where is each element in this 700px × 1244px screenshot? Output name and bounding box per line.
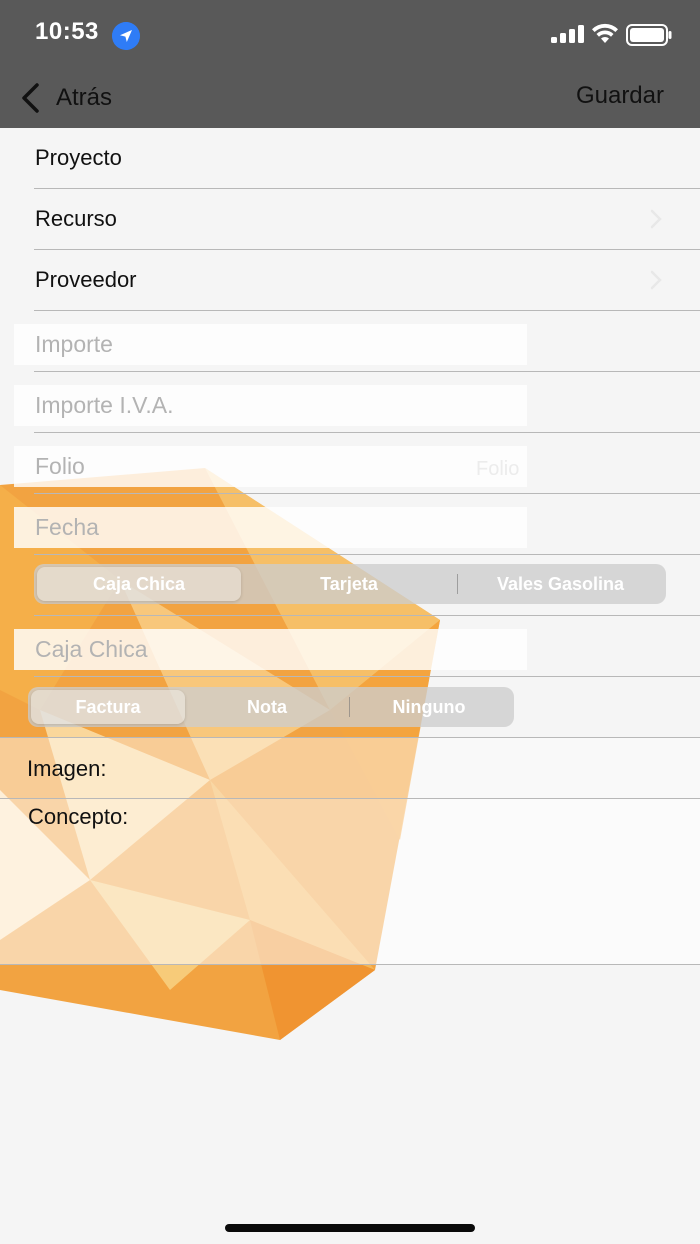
imagen-row[interactable]: Imagen: — [0, 738, 700, 799]
navigation-bar: 10:53 Atrás Guardar — [0, 0, 700, 128]
proveedor-row[interactable]: Proveedor — [0, 250, 700, 311]
fecha-input[interactable] — [14, 507, 527, 548]
imagen-label: Imagen: — [27, 756, 107, 781]
chevron-left-icon — [22, 83, 39, 113]
status-time: 10:53 — [35, 18, 99, 45]
recurso-row[interactable]: Recurso — [0, 189, 700, 250]
recurso-label: Recurso — [35, 206, 117, 231]
proyecto-row[interactable]: Proyecto — [0, 128, 700, 189]
folio-row: Folio — [0, 433, 700, 494]
importe-row — [0, 311, 700, 372]
battery-icon — [626, 24, 672, 46]
home-indicator — [225, 1224, 475, 1232]
segment-caja-chica[interactable]: Caja Chica — [37, 567, 241, 601]
segment-vales-gasolina[interactable]: Vales Gasolina — [458, 567, 663, 601]
segment-ninguno[interactable]: Ninguno — [350, 690, 508, 724]
chevron-right-icon — [650, 209, 662, 229]
folio-ghost-label: Folio — [476, 458, 520, 480]
segment-nota[interactable]: Nota — [185, 690, 349, 724]
expense-form-screen: 10:53 Atrás Guardar Proyecto Recurso Pro… — [0, 0, 700, 1244]
segment-tarjeta[interactable]: Tarjeta — [241, 567, 457, 601]
caja-chica-row — [0, 616, 700, 677]
proveedor-label: Proveedor — [35, 267, 137, 292]
fecha-row — [0, 494, 700, 555]
payment-type-segmented-control: Caja Chica Tarjeta Vales Gasolina — [34, 564, 666, 604]
concepto-label: Concepto: — [28, 804, 129, 829]
importe-iva-input[interactable] — [14, 385, 527, 426]
back-button[interactable]: Atrás — [18, 80, 112, 116]
save-button[interactable]: Guardar — [576, 82, 664, 110]
folio-input[interactable] — [14, 446, 527, 487]
chevron-right-icon — [650, 270, 662, 290]
wifi-icon — [592, 23, 618, 43]
concepto-area[interactable]: Concepto: — [0, 799, 700, 965]
document-type-segmented-control: Factura Nota Ninguno — [28, 687, 514, 727]
segment-factura[interactable]: Factura — [31, 690, 185, 724]
row-divider — [0, 964, 700, 965]
caja-chica-input[interactable] — [14, 629, 527, 670]
importe-input[interactable] — [14, 324, 527, 365]
proyecto-label: Proyecto — [35, 145, 122, 170]
back-label: Atrás — [56, 84, 113, 111]
document-type-row: Factura Nota Ninguno — [0, 677, 700, 738]
expense-form: Proyecto Recurso Proveedor Importe Impor… — [0, 128, 700, 965]
location-arrow-icon — [112, 22, 140, 50]
cellular-signal-icon — [551, 25, 584, 43]
importe-iva-row — [0, 372, 700, 433]
payment-type-row: Caja Chica Tarjeta Vales Gasolina — [0, 555, 700, 616]
